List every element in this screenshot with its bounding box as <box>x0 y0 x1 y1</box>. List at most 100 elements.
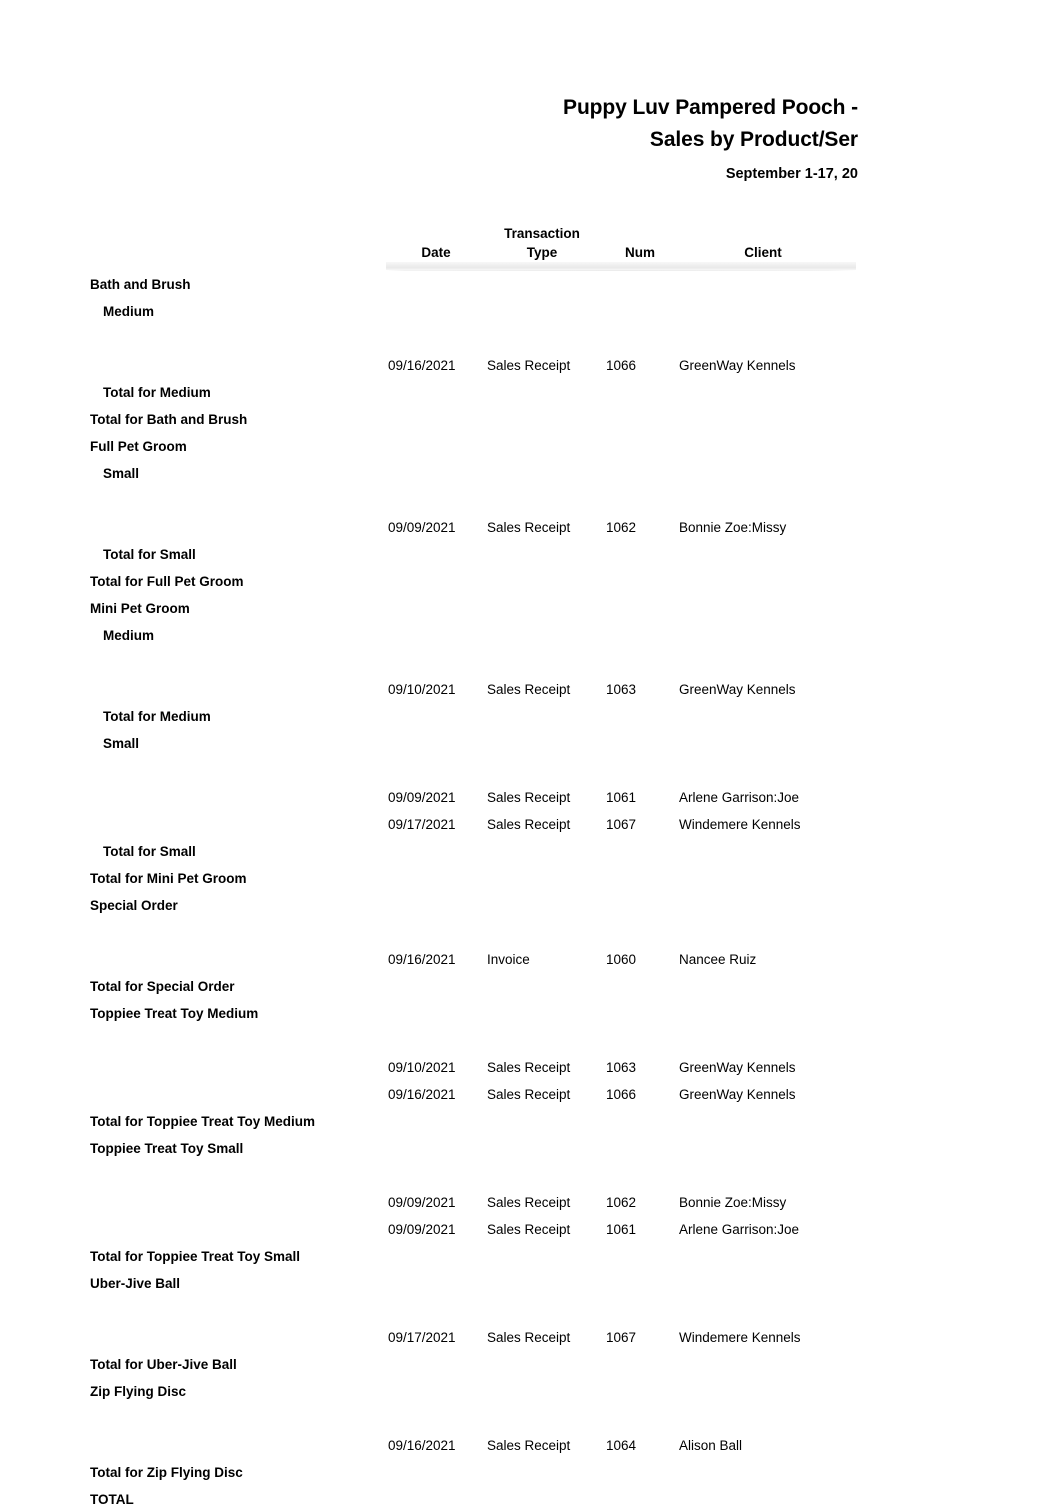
total-row: Total for Medium <box>0 379 1062 406</box>
group-label: Uber-Jive Ball <box>90 1276 181 1291</box>
cell-transaction-type: Sales Receipt <box>487 1222 571 1237</box>
cell-date: 09/10/2021 <box>388 682 456 697</box>
total-row: Total for Toppiee Treat Toy Medium <box>0 1108 1062 1135</box>
table-row: 09/17/2021 Sales Receipt 1067 Windemere Ken… <box>0 1324 1062 1351</box>
cell-client: Bonnie Zoe:Missy <box>679 1195 787 1210</box>
total-row: Total for Small <box>0 541 1062 568</box>
group-label: Medium <box>103 304 155 319</box>
group-label: Full Pet Groom <box>90 439 187 454</box>
cell-transaction-type: Invoice <box>487 952 530 967</box>
total-row: Total for Special Order <box>0 973 1062 1000</box>
spacer-row <box>0 1027 1062 1054</box>
total-label: Total for Toppiee Treat Toy Medium <box>90 1114 316 1129</box>
total-row: Total for Full Pet Groom <box>0 568 1062 595</box>
total-row: Total for Medium <box>0 703 1062 730</box>
table-row: 09/09/2021 Sales Receipt 1061 Arlene Garris… <box>0 784 1062 811</box>
group-label: Toppiee Treat Toy Small <box>90 1141 244 1156</box>
column-header-transaction-type: Transaction Type <box>478 224 606 262</box>
cell-transaction-type: Sales Receipt <box>487 520 571 535</box>
total-label: Total for Uber-Jive Ball <box>90 1357 237 1372</box>
report-title-block: Puppy Luv Pampered Pooch - Sales by Prod… <box>0 92 858 187</box>
cell-date: 09/09/2021 <box>388 520 456 535</box>
total-label: TOTAL <box>90 1492 134 1506</box>
report-title-line-2: Sales by Product/Ser <box>649 128 858 151</box>
cell-date: 09/16/2021 <box>388 1438 456 1453</box>
cell-client: Arlene Garrison:Joe <box>679 1222 800 1237</box>
spacer-row <box>0 487 1062 514</box>
cell-num: 1066 <box>606 1087 637 1102</box>
cell-date: 09/16/2021 <box>388 952 456 967</box>
cell-client: GreenWay Kennels <box>679 1060 796 1075</box>
group-label: Zip Flying Disc <box>90 1384 187 1399</box>
group-header-row: Uber-Jive Ball <box>0 1270 1062 1297</box>
cell-date: 09/17/2021 <box>388 817 456 832</box>
group-header-row: Toppiee Treat Toy Medium <box>0 1000 1062 1027</box>
total-label: Total for Special Order <box>90 979 235 994</box>
column-header-transaction-type-line2: Type <box>526 245 558 260</box>
cell-num: 1061 <box>606 790 637 805</box>
cell-num: 1062 <box>606 520 637 535</box>
table-row: 09/16/2021 Sales Receipt 1064 Alison Ball <box>0 1432 1062 1459</box>
group-label: Mini Pet Groom <box>90 601 190 616</box>
total-label: Total for Medium <box>103 709 211 724</box>
spacer-row <box>0 919 1062 946</box>
table-row: 09/09/2021 Sales Receipt 1061 Arlene Garris… <box>0 1216 1062 1243</box>
group-label: Special Order <box>90 898 178 913</box>
total-row: Total for Uber-Jive Ball <box>0 1351 1062 1378</box>
total-label: Total for Zip Flying Disc <box>90 1465 243 1480</box>
group-header-row: Medium <box>0 622 1062 649</box>
group-header-row: Zip Flying Disc <box>0 1378 1062 1405</box>
table-row: 09/10/2021 Sales Receipt 1063 GreenWay Kenn… <box>0 1054 1062 1081</box>
column-header-date: Date <box>421 245 451 260</box>
cell-client: Windemere Kennels <box>679 817 801 832</box>
cell-date: 09/09/2021 <box>388 1195 456 1210</box>
cell-transaction-type: Sales Receipt <box>487 1438 571 1453</box>
report-page: Puppy Luv Pampered Pooch - Sales by Prod… <box>0 0 1062 1506</box>
group-label: Small <box>103 736 140 751</box>
total-label: Total for Small <box>103 547 196 562</box>
cell-num: 1061 <box>606 1222 637 1237</box>
total-label: Total for Full Pet Groom <box>90 574 244 589</box>
cell-date: 09/17/2021 <box>388 1330 456 1345</box>
cell-num: 1066 <box>606 358 637 373</box>
cell-client: Bonnie Zoe:Missy <box>679 520 787 535</box>
cell-client: Alison Ball <box>679 1438 743 1453</box>
cell-num: 1062 <box>606 1195 637 1210</box>
cell-transaction-type: Sales Receipt <box>487 1195 571 1210</box>
spacer-row <box>0 1405 1062 1432</box>
group-header-row: Medium <box>0 298 1062 325</box>
column-header-transaction-type-line1: Transaction <box>504 226 580 241</box>
cell-num: 1064 <box>606 1438 637 1453</box>
header-divider <box>386 262 856 271</box>
report-body: Bath and Brush Medium 09/16/2021 Sales Rece… <box>0 271 1062 1506</box>
total-row: Total for Zip Flying Disc <box>0 1459 1062 1486</box>
table-row: 09/17/2021 Sales Receipt 1067 Windemere Ken… <box>0 811 1062 838</box>
total-label: Total for Medium <box>103 385 211 400</box>
spacer-row <box>0 649 1062 676</box>
cell-transaction-type: Sales Receipt <box>487 1087 571 1102</box>
cell-num: 1063 <box>606 1060 637 1075</box>
table-row: 09/16/2021 Invoice 1060 Nancee Ruiz <box>0 946 1062 973</box>
table-row: 09/09/2021 Sales Receipt 1062 Bonnie Zoe:Mi… <box>0 1189 1062 1216</box>
cell-client: Nancee Ruiz <box>679 952 757 967</box>
cell-client: GreenWay Kennels <box>679 358 796 373</box>
total-row: Total for Bath and Brush <box>0 406 1062 433</box>
total-label: Total for Mini Pet Groom <box>90 871 247 886</box>
cell-num: 1067 <box>606 817 637 832</box>
column-header-client: Client <box>744 245 782 260</box>
group-header-row: Special Order <box>0 892 1062 919</box>
cell-transaction-type: Sales Receipt <box>487 1060 571 1075</box>
spacer-row <box>0 1162 1062 1189</box>
total-row: Total for Mini Pet Groom <box>0 865 1062 892</box>
cell-date: 09/09/2021 <box>388 790 456 805</box>
group-header-row: Toppiee Treat Toy Small <box>0 1135 1062 1162</box>
table-row: 09/16/2021 Sales Receipt 1066 GreenWay Kenn… <box>0 352 1062 379</box>
total-label: Total for Small <box>103 844 196 859</box>
cell-transaction-type: Sales Receipt <box>487 817 571 832</box>
group-header-row: Small <box>0 730 1062 757</box>
group-header-row: Mini Pet Groom <box>0 595 1062 622</box>
group-label: Small <box>103 466 140 481</box>
cell-client: Windemere Kennels <box>679 1330 801 1345</box>
spacer-row <box>0 325 1062 352</box>
cell-client: Arlene Garrison:Joe <box>679 790 800 805</box>
